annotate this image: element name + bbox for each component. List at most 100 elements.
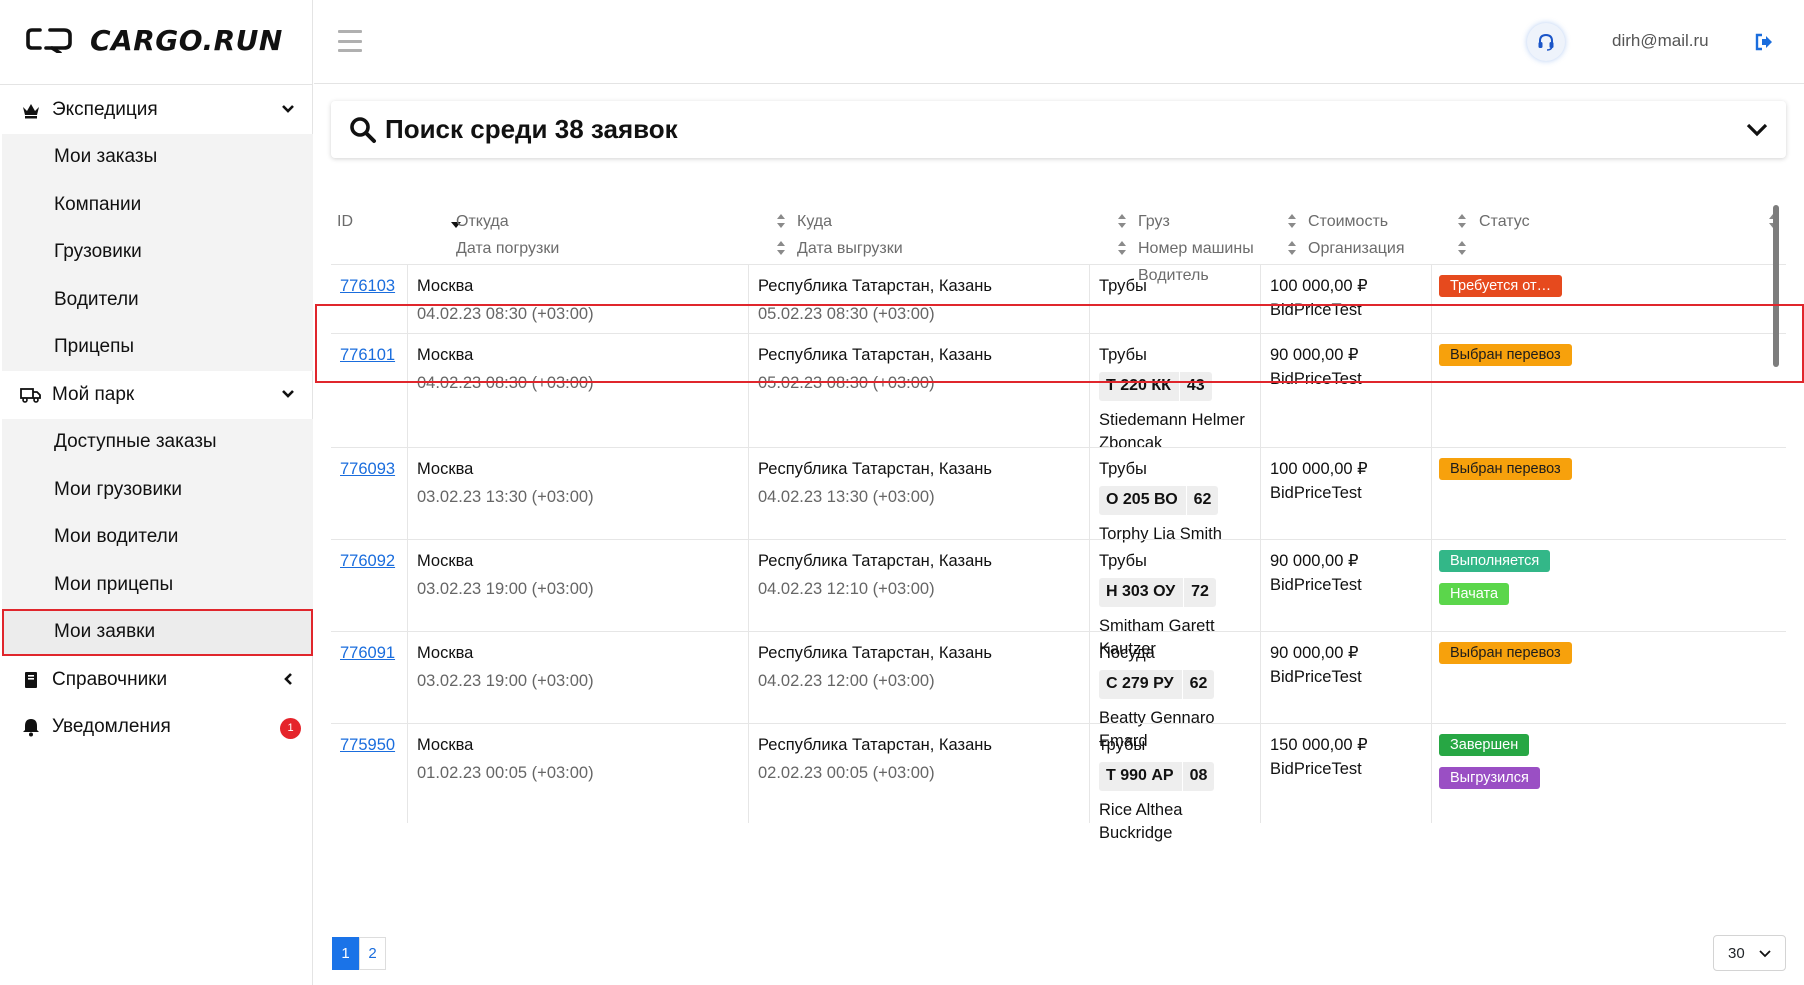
organization-name: BidPriceTest (1270, 300, 1362, 319)
sidebar-item-trailers[interactable]: Прицепы (2, 323, 313, 371)
sidebar-divider (0, 84, 313, 85)
cost-value: 100 000,00 ₽ (1270, 460, 1368, 478)
sidebar-group-notifications[interactable]: Уведомления 1 (0, 704, 313, 752)
cell-id: 776101 (331, 334, 407, 447)
sort-icon[interactable] (1456, 213, 1468, 229)
from-city: Москва (417, 460, 474, 478)
sidebar-item-my-trucks[interactable]: Мои грузовики (2, 466, 313, 514)
sidebar-item-label: Мои водители (54, 526, 179, 548)
sidebar-item-my-requests[interactable]: Мои заявки (2, 608, 313, 656)
sidebar-group-expedition[interactable]: Экспедиция (0, 86, 313, 134)
request-id-link[interactable]: 776093 (340, 460, 395, 478)
request-id-link[interactable]: 776101 (340, 346, 395, 364)
request-id-link[interactable]: 776091 (340, 644, 395, 662)
table-row[interactable]: 776093 Москва 03.02.23 13:30 (+03:00) Респу… (331, 447, 1786, 543)
cargo-name: Трубы (1099, 460, 1147, 478)
per-page-select[interactable]: 30 (1713, 935, 1786, 971)
header-organization[interactable]: Организация (1308, 240, 1405, 258)
sidebar-item-drivers[interactable]: Водители (2, 276, 313, 324)
unload-date: 05.02.23 08:30 (+03:00) (758, 304, 935, 323)
sort-icon[interactable] (1116, 240, 1128, 256)
to-city: Республика Татарстан, Казань (758, 460, 992, 478)
sort-icon[interactable] (775, 240, 787, 256)
sort-icon[interactable] (1456, 240, 1468, 256)
cell-cost: 90 000,00 ₽ BidPriceTest (1260, 540, 1431, 631)
status-badge: Завершен (1439, 734, 1530, 756)
requests-table: ID Откуда Дата погрузки Куда Дата выгруз… (331, 195, 1786, 917)
header-from[interactable]: Откуда (456, 213, 509, 231)
sidebar-item-my-trailers[interactable]: Мои прицепы (2, 561, 313, 609)
search-icon (350, 116, 376, 143)
sidebar-item-my-orders[interactable]: Мои заказы (2, 133, 313, 181)
sidebar-item-available-orders[interactable]: Доступные заказы (2, 418, 313, 466)
sidebar: CARGO.RUN Экспедиция Мои заказы Компании… (0, 0, 313, 985)
request-id-link[interactable]: 775950 (340, 736, 395, 754)
page-button[interactable]: 1 (332, 937, 359, 970)
sidebar-group-label: Справочники (52, 668, 168, 690)
cell-status: Выбран перевоз (1431, 334, 1786, 447)
per-page-value: 30 (1728, 944, 1745, 962)
sidebar-item-label: Компании (54, 193, 142, 215)
table-row[interactable]: 776092 Москва 03.02.23 19:00 (+03:00) Респу… (331, 539, 1786, 658)
table-row[interactable]: 776103 Москва 04.02.23 08:30 (+03:00) Респу… (331, 264, 1786, 333)
plate-region: 72 (1183, 577, 1216, 607)
header-status[interactable]: Статус (1479, 213, 1530, 231)
sidebar-item-trucks[interactable]: Грузовики (2, 228, 313, 276)
from-city: Москва (417, 736, 474, 754)
sidebar-group-label: Экспедиция (52, 98, 158, 120)
sort-icon[interactable] (1286, 213, 1298, 229)
cell-from: Москва 03.02.23 19:00 (+03:00) (407, 540, 748, 631)
table-row[interactable]: 776091 Москва 03.02.23 19:00 (+03:00) Респу… (331, 631, 1786, 750)
table-scrollbar[interactable] (1773, 205, 1779, 367)
header-id[interactable]: ID (337, 213, 353, 231)
sidebar-item-label: Мои прицепы (54, 573, 174, 595)
sort-icon[interactable] (1116, 213, 1128, 229)
logo[interactable]: CARGO.RUN (26, 22, 283, 58)
sidebar-group-references[interactable]: Справочники (0, 656, 313, 704)
user-email[interactable]: dirh@mail.ru (1612, 31, 1709, 51)
sidebar-nav: Экспедиция Мои заказы Компании Грузовики… (0, 86, 313, 751)
cell-cargo: Трубы Н 303 ОУ 72 Smitham Garett Kautzer (1089, 540, 1260, 658)
sidebar-item-companies[interactable]: Компании (2, 181, 313, 229)
to-city: Республика Татарстан, Казань (758, 552, 992, 570)
cargo-name: Трубы (1099, 346, 1147, 364)
sort-icon[interactable] (1286, 240, 1298, 256)
search-panel-toggle[interactable]: Поиск среди 38 заявок (331, 101, 1786, 158)
sidebar-item-label: Грузовики (54, 241, 142, 263)
unload-date: 02.02.23 00:05 (+03:00) (758, 763, 935, 782)
crown-icon (20, 99, 42, 121)
cell-from: Москва 01.02.23 00:05 (+03:00) (407, 724, 748, 823)
logout-icon[interactable] (1754, 32, 1774, 52)
cost-value: 90 000,00 ₽ (1270, 552, 1359, 570)
table-row[interactable]: 775950 Москва 01.02.23 00:05 (+03:00) Респу… (331, 723, 1786, 842)
support-headset-icon[interactable] (1527, 23, 1565, 61)
cell-from: Москва 03.02.23 13:30 (+03:00) (407, 448, 748, 539)
sidebar-group-label: Мой парк (52, 383, 135, 405)
header-cargo[interactable]: Груз (1138, 213, 1170, 231)
unload-date: 04.02.23 12:10 (+03:00) (758, 579, 935, 598)
sidebar-group-my-fleet[interactable]: Мой парк (0, 371, 313, 419)
to-city: Республика Татарстан, Казань (758, 346, 992, 364)
unload-date: 04.02.23 12:00 (+03:00) (758, 671, 935, 690)
cell-cargo: Трубы О 205 ВО 62 Torphy Lia Smith (1089, 448, 1260, 543)
chevron-down-icon (277, 383, 299, 405)
header-load-date[interactable]: Дата погрузки (456, 240, 559, 258)
sort-icon[interactable] (775, 213, 787, 229)
plate-region: 08 (1181, 761, 1215, 791)
cargo-name: Трубы (1099, 277, 1147, 295)
header-cost[interactable]: Стоимость (1308, 213, 1388, 231)
unload-date: 04.02.23 13:30 (+03:00) (758, 487, 935, 506)
header-truck-number[interactable]: Номер машины (1138, 240, 1254, 258)
chevron-down-icon (1759, 950, 1771, 958)
table-row[interactable]: 776101 Москва 04.02.23 08:30 (+03:00) Респу… (331, 333, 1786, 452)
header-to[interactable]: Куда (797, 213, 832, 231)
menu-toggle-icon[interactable] (338, 30, 362, 52)
cost-value: 100 000,00 ₽ (1270, 277, 1368, 295)
sidebar-item-my-drivers[interactable]: Мои водители (2, 513, 313, 561)
header-unload-date[interactable]: Дата выгрузки (797, 240, 903, 258)
request-id-link[interactable]: 776092 (340, 552, 395, 570)
notification-count-badge: 1 (280, 717, 301, 739)
page-button[interactable]: 2 (359, 937, 386, 970)
cargo-run-logo-icon (26, 28, 72, 53)
request-id-link[interactable]: 776103 (340, 277, 395, 295)
